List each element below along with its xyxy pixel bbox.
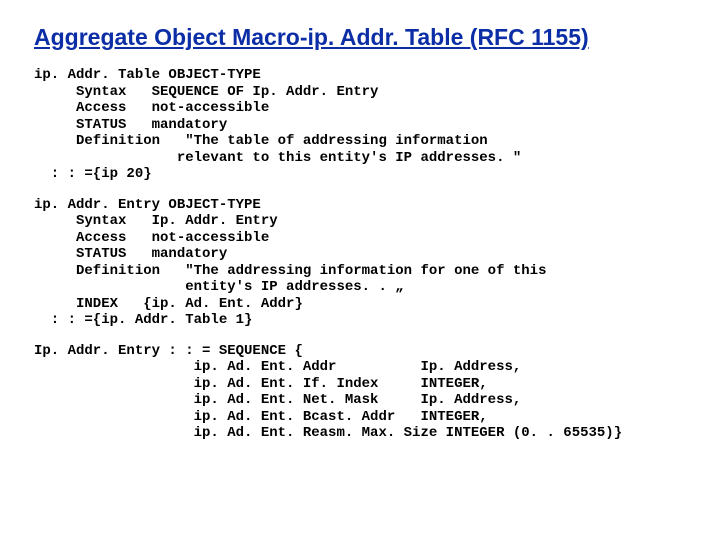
mib-definition-sequence: Ip. Addr. Entry : : = SEQUENCE { ip. Ad.… <box>34 343 686 442</box>
mib-definition-ipaddrentry: ip. Addr. Entry OBJECT-TYPE Syntax Ip. A… <box>34 197 686 329</box>
mib-definition-ipaddrtable: ip. Addr. Table OBJECT-TYPE Syntax SEQUE… <box>34 67 686 183</box>
slide: Aggregate Object Macro-ip. Addr. Table (… <box>0 0 720 442</box>
slide-title: Aggregate Object Macro-ip. Addr. Table (… <box>34 24 686 51</box>
